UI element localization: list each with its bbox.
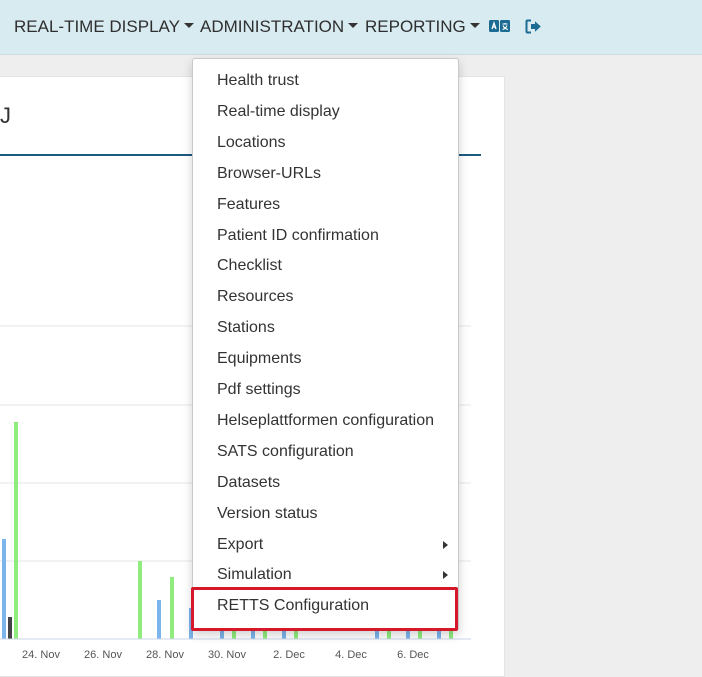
chart-bar xyxy=(138,561,142,639)
menu-item-label: Checklist xyxy=(217,257,282,275)
menu-item-pdf-settings[interactable]: Pdf settings xyxy=(193,376,458,404)
menu-item-version-status[interactable]: Version status xyxy=(193,500,458,528)
caret-down-icon xyxy=(348,23,359,29)
menu-item-label: Version status xyxy=(217,504,318,522)
menu-item-features[interactable]: Features xyxy=(193,191,458,219)
chart-bar xyxy=(14,422,18,639)
card-title: J xyxy=(0,103,11,128)
chart-x-axis: 24. Nov 26. Nov 28. Nov 30. Nov 2. Dec 4. Dec… xyxy=(0,638,471,661)
menu-item-label: Stations xyxy=(217,319,275,337)
chevron-right-icon xyxy=(443,571,448,580)
x-tick-label: 26. Nov xyxy=(84,649,122,661)
menu-item-label: Helseplattformen configuration xyxy=(217,411,435,429)
top-navbar: REAL-TIME DISPLAY ADMINISTRATION REPORTI… xyxy=(0,0,702,55)
menu-item-label: Pdf settings xyxy=(217,381,301,398)
menu-item-patient-id-confirmation[interactable]: Patient ID confirmation xyxy=(193,222,458,250)
menu-item-simulation[interactable]: Simulation xyxy=(193,561,458,589)
menu-item-datasets[interactable]: Datasets xyxy=(193,469,458,497)
menu-item-label: SATS configuration xyxy=(217,442,354,460)
menu-item-sats-configuration[interactable]: SATS configuration xyxy=(193,438,458,466)
x-tick-label: 4. Dec xyxy=(335,649,367,661)
chart-bar xyxy=(8,617,12,639)
menu-item-label: Real-time display xyxy=(217,102,340,120)
x-tick-label: 2. Dec xyxy=(273,649,305,661)
menu-item-label: Simulation xyxy=(217,566,292,584)
sign-out-icon[interactable] xyxy=(525,19,542,39)
nav-realtime-display[interactable]: REAL-TIME DISPLAY xyxy=(14,17,194,39)
menu-item-retts-configuration[interactable]: RETTS Configuration xyxy=(193,592,458,620)
translate-icon[interactable] xyxy=(489,19,511,38)
menu-item-health-trust[interactable]: Health trust xyxy=(193,67,458,95)
menu-item-browser-urls[interactable]: Browser-URLs xyxy=(193,160,458,188)
menu-item-label: Resources xyxy=(217,288,294,306)
chart-bar xyxy=(170,577,174,639)
menu-item-equipments[interactable]: Equipments xyxy=(193,345,458,373)
administration-dropdown-menu: Health trust Real-time display Locations Br… xyxy=(192,58,459,631)
caret-down-icon xyxy=(183,23,194,29)
x-tick-label: 24. Nov xyxy=(22,649,60,661)
nav-administration-label: ADMINISTRATION xyxy=(200,17,345,36)
menu-item-resources[interactable]: Resources xyxy=(193,283,458,311)
x-tick-label: 6. Dec xyxy=(397,649,429,661)
menu-item-export[interactable]: Export xyxy=(193,531,458,559)
chart-bar xyxy=(2,539,6,639)
x-tick-label: 28. Nov xyxy=(146,649,184,661)
chevron-right-icon xyxy=(443,540,448,549)
menu-item-locations[interactable]: Locations xyxy=(193,129,458,157)
nav-reporting-label: REPORTING xyxy=(365,17,466,36)
menu-item-label: Patient ID confirmation xyxy=(217,226,379,244)
caret-down-icon xyxy=(469,23,480,29)
menu-item-checklist[interactable]: Checklist xyxy=(193,252,458,280)
menu-item-label: Locations xyxy=(217,133,286,151)
nav-reporting[interactable]: REPORTING xyxy=(365,17,480,39)
menu-item-label: Browser-URLs xyxy=(217,164,322,182)
menu-item-label: Features xyxy=(217,195,281,213)
menu-item-label: RETTS Configuration xyxy=(217,597,370,615)
nav-administration[interactable]: ADMINISTRATION xyxy=(200,17,359,39)
menu-item-stations[interactable]: Stations xyxy=(193,314,458,342)
x-tick-label: 30. Nov xyxy=(208,649,246,661)
chart-bar xyxy=(157,600,161,639)
menu-item-label: Export xyxy=(217,535,264,553)
menu-item-helseplattformen-configuration[interactable]: Helseplattformen configuration xyxy=(193,407,458,435)
menu-item-label: Health trust xyxy=(217,72,299,89)
menu-item-real-time-display[interactable]: Real-time display xyxy=(193,98,458,126)
menu-item-label: Equipments xyxy=(217,350,302,368)
menu-item-label: Datasets xyxy=(217,473,281,491)
nav-realtime-label: REAL-TIME DISPLAY xyxy=(14,17,180,36)
